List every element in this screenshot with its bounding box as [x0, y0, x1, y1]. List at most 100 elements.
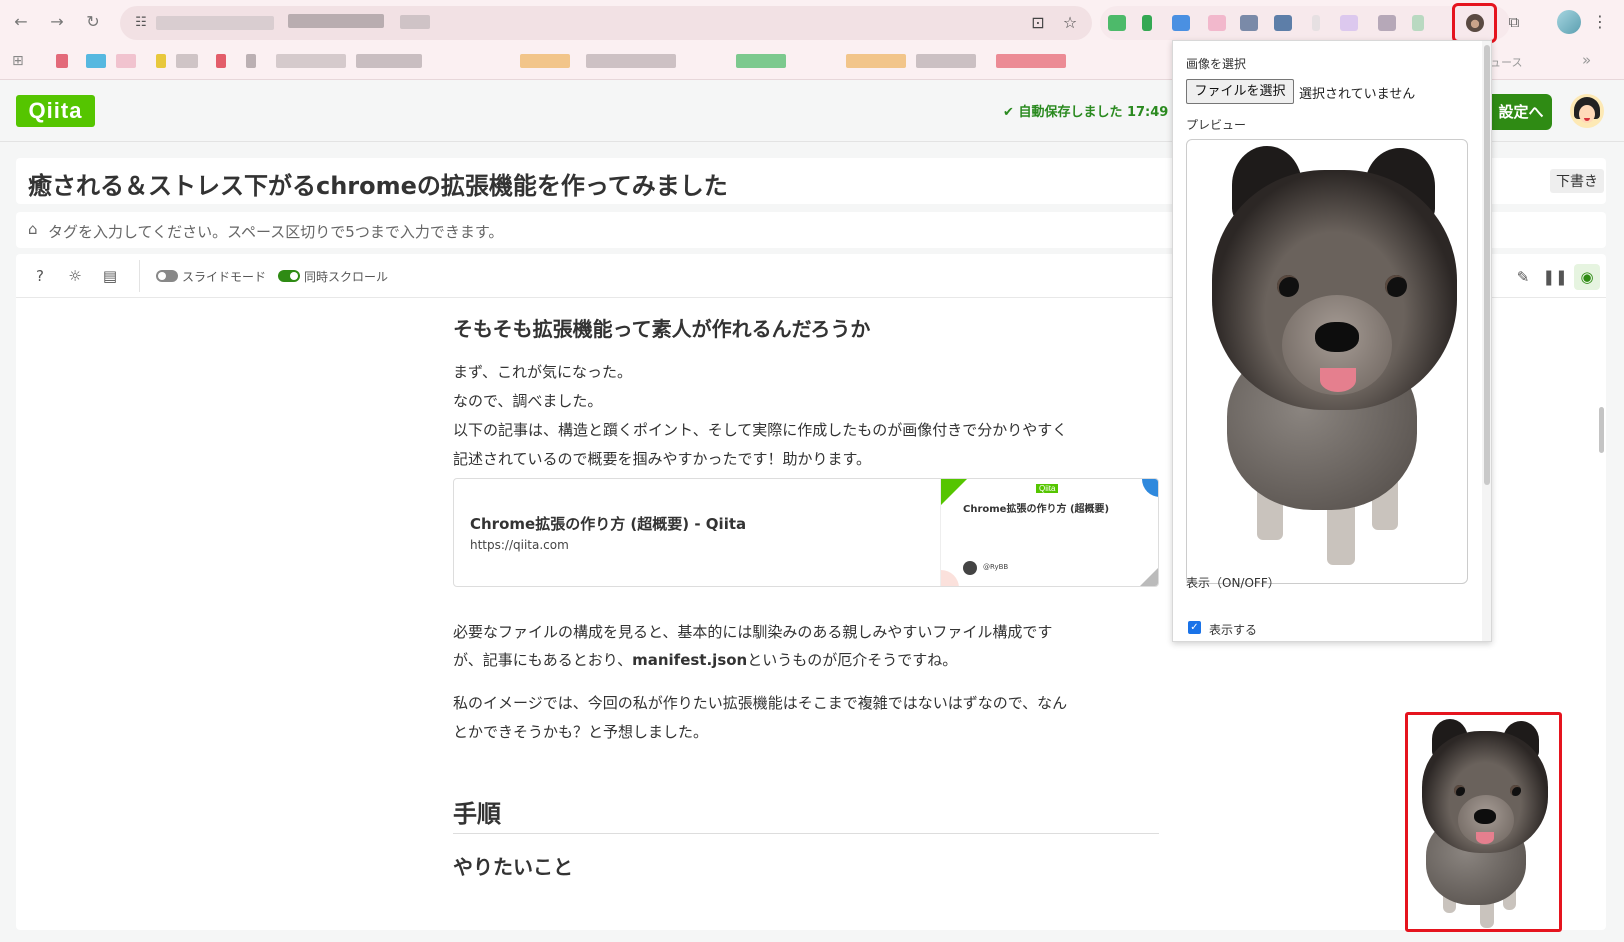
popup-scrollbar-thumb[interactable]: [1484, 45, 1490, 485]
apps-grid-icon[interactable]: ⊞: [12, 53, 24, 69]
slide-mode-toggle[interactable]: [156, 270, 178, 282]
paragraph-line: 記述されているので概要を掴みやすかったです！助かります。: [453, 450, 872, 468]
bookmark-news-label[interactable]: ュース: [1490, 54, 1522, 70]
extension-icon[interactable]: [1274, 15, 1292, 31]
reload-icon[interactable]: ↻: [82, 11, 104, 33]
autosave-status: ✔ 自動保存しました 17:49: [1003, 101, 1168, 120]
publish-settings-button[interactable]: 設定へ: [1490, 94, 1552, 130]
extensions-tray: [1100, 6, 1510, 40]
extension-icon[interactable]: [1142, 15, 1152, 31]
bookmark-item[interactable]: [176, 54, 198, 68]
url-redacted: [400, 15, 430, 29]
paragraph-text: が、記事にもあるとおり、: [453, 651, 633, 669]
bookmark-item[interactable]: [520, 54, 570, 68]
address-bar[interactable]: ☷ ⊡ ☆: [120, 6, 1092, 40]
paragraph-line: なので、調べました。: [453, 392, 603, 410]
paragraph-line: とかできそうかも？と予想しました。: [453, 723, 709, 741]
file-status-text: 選択されていません: [1299, 87, 1416, 102]
link-card-title[interactable]: Chrome拡張の作り方 (超概要) - Qiita: [470, 513, 746, 534]
thumb-deco: [1138, 566, 1158, 586]
autosave-text: 自動保存しました 17:49: [1018, 105, 1169, 120]
forward-icon[interactable]: →: [46, 11, 68, 33]
browser-menu-icon[interactable]: ⋮: [1592, 11, 1608, 33]
toolbar-divider: [139, 260, 140, 292]
draft-badge: 下書き: [1550, 169, 1604, 193]
extension-icon[interactable]: [1312, 15, 1320, 31]
document-icon[interactable]: ▤: [99, 265, 121, 287]
extension-icon[interactable]: [1378, 15, 1396, 31]
extension-icon[interactable]: [1340, 15, 1358, 31]
bookmark-item[interactable]: [246, 54, 256, 68]
url-redacted: [288, 14, 384, 28]
preview-scrollbar[interactable]: [1599, 407, 1604, 453]
bookmark-star-icon[interactable]: ☆: [1060, 13, 1080, 33]
install-app-icon[interactable]: ⊡: [1028, 13, 1048, 33]
link-card-thumbnail: Qiita Chrome拡張の作り方 (超概要) @RyBB: [940, 479, 1158, 586]
bookmark-item[interactable]: [86, 54, 106, 68]
back-icon[interactable]: ←: [10, 11, 32, 33]
select-image-label: 画像を選択: [1186, 57, 1247, 71]
popup-scrollbar[interactable]: [1482, 41, 1491, 641]
link-card[interactable]: Chrome拡張の作り方 (超概要) - Qiita https://qiita…: [453, 478, 1159, 587]
tags-placeholder[interactable]: タグを入力してください。スペース区切りで5つまで入力できます。: [48, 221, 503, 242]
dog-tongue: [1476, 832, 1494, 844]
bookmark-item[interactable]: [846, 54, 906, 68]
bookmark-item[interactable]: [156, 54, 166, 68]
subheading: やりたいこと: [453, 855, 573, 879]
bookmark-item[interactable]: [356, 54, 422, 68]
paragraph-line: 必要なファイルの構成を見ると、基本的には馴染みのある親しみやすいファイル構成です: [453, 623, 1053, 641]
thumb-author-avatar: [963, 561, 977, 575]
dog-overlay[interactable]: [1405, 712, 1562, 932]
paragraph-line: 以下の記事は、構造と躓くポイント、そして実際に作成したものが画像付きで分かりやす…: [453, 421, 1068, 439]
qiita-logo[interactable]: Qiita: [16, 95, 95, 127]
extensions-puzzle-icon[interactable]: ⧉: [1503, 11, 1525, 33]
bookmark-item[interactable]: [916, 54, 976, 68]
extension-popup: 画像を選択 ファイルを選択 選択されていません プレビュー 表示（ON/OFF）…: [1172, 40, 1492, 642]
dog-overlay-image: [1408, 715, 1559, 929]
extension-icon[interactable]: [1240, 15, 1258, 31]
edit-pencil-icon[interactable]: ✎: [1510, 264, 1536, 290]
dog-extension-button[interactable]: [1452, 3, 1497, 43]
paragraph-line: が、記事にもあるとおり、manifest.jsonというものが厄介そうですね。: [453, 649, 957, 670]
slide-mode-label[interactable]: スライドモード: [182, 268, 266, 285]
sync-scroll-label[interactable]: 同時スクロール: [304, 268, 388, 285]
choose-file-button[interactable]: ファイルを選択: [1186, 79, 1294, 104]
dog-eye: [1454, 785, 1465, 796]
bookmark-item[interactable]: [736, 54, 786, 68]
extension-icon[interactable]: [1208, 15, 1226, 31]
article-title[interactable]: 癒される＆ストレス下がるchromeの拡張機能を作ってみました: [28, 166, 728, 201]
display-checkbox[interactable]: ✓: [1188, 621, 1201, 634]
browser-profile-avatar[interactable]: [1557, 10, 1581, 34]
lightbulb-icon[interactable]: ☼: [64, 265, 86, 287]
dog-nose: [1315, 322, 1359, 352]
extension-icon[interactable]: [1172, 15, 1190, 31]
bookmark-item[interactable]: [996, 54, 1066, 68]
bookmarks-more-icon[interactable]: »: [1582, 51, 1591, 69]
bookmark-item[interactable]: [56, 54, 68, 68]
paragraph-line: まず、これが気になった。: [453, 363, 632, 381]
dog-eye: [1510, 785, 1521, 796]
preview-eye-icon[interactable]: ◉: [1574, 264, 1600, 290]
image-preview: [1186, 139, 1468, 584]
extension-icon[interactable]: [1412, 15, 1424, 31]
site-info-icon[interactable]: ☷: [132, 14, 150, 32]
paragraph-line: 私のイメージでは、今回の私が作りたい拡張機能はそこまで複雑ではないはずなので、な…: [453, 694, 1068, 712]
inline-bold-code: manifest.json: [632, 651, 748, 669]
thumb-title: Chrome拡張の作り方 (超概要): [963, 504, 1110, 515]
section-heading: そもそも拡張機能って素人が作れるんだろうか: [453, 317, 871, 341]
dog-eye: [1385, 275, 1407, 297]
sync-scroll-toggle[interactable]: [278, 270, 300, 282]
url-redacted: [156, 16, 274, 30]
display-checkbox-label[interactable]: 表示する: [1209, 621, 1257, 638]
dog-eye: [1277, 275, 1299, 297]
h1-heading: 手順: [453, 800, 501, 828]
check-circle-icon: ✔: [1003, 105, 1014, 120]
extension-icon[interactable]: [1108, 15, 1126, 31]
bookmark-item[interactable]: [586, 54, 676, 68]
split-view-icon[interactable]: ❚❚: [1542, 264, 1568, 290]
bookmark-item[interactable]: [116, 54, 136, 68]
user-avatar[interactable]: [1570, 94, 1604, 128]
bookmark-item[interactable]: [276, 54, 346, 68]
help-icon[interactable]: ?: [29, 265, 51, 287]
bookmark-item[interactable]: [216, 54, 226, 68]
